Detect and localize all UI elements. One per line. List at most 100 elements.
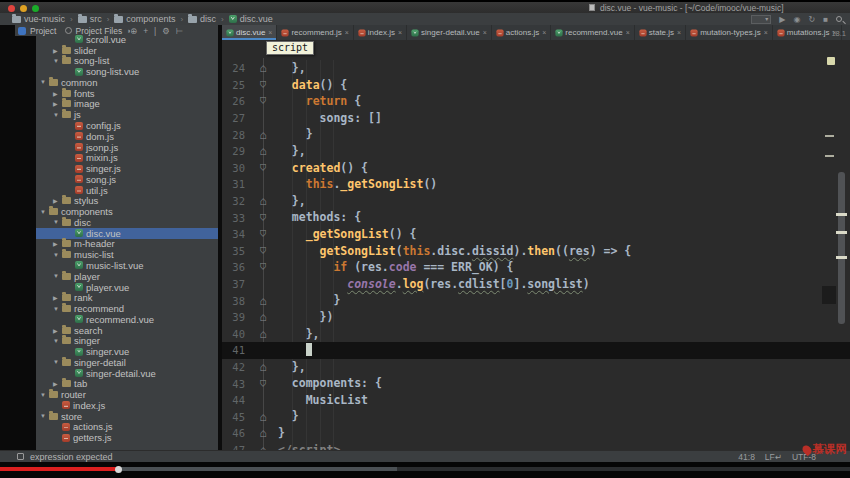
chevron-right-icon[interactable]: ▶ — [53, 294, 62, 301]
cursor-position[interactable]: 41:8 — [738, 452, 755, 462]
code-editor[interactable]: 24⌂ },25⌂ data() {26⌂ return {27 songs: … — [222, 40, 850, 450]
chevron-right-icon[interactable]: ▶ — [53, 90, 62, 97]
chevron-down-icon[interactable]: ▼ — [53, 112, 62, 118]
tab-close-icon[interactable]: × — [398, 29, 402, 36]
chevron-right-icon[interactable]: ▶ — [53, 240, 62, 247]
zoom-window-button[interactable] — [32, 5, 39, 12]
fold-marker-icon[interactable]: ⌂ — [248, 261, 278, 273]
code-line-29[interactable]: 29⌂ }, — [222, 143, 850, 160]
code-line-46[interactable]: 46⌂} — [222, 425, 850, 442]
close-window-button[interactable] — [8, 5, 15, 12]
code-line-36[interactable]: 36⌂ if (res.code === ERR_OK) { — [222, 259, 850, 276]
fold-marker-icon[interactable]: ⌂ — [248, 212, 278, 224]
chevron-down-icon[interactable]: ▼ — [53, 306, 62, 312]
code-line-38[interactable]: 38⌂ } — [222, 292, 850, 309]
editor-tab-state.js[interactable]: state.js× — [635, 25, 686, 40]
code-line-41[interactable]: 41 — [222, 342, 850, 359]
stop-icon[interactable]: ■ — [823, 15, 828, 24]
code-line-24[interactable]: 24⌂ }, — [222, 60, 850, 77]
chevron-down-icon[interactable]: ▼ — [40, 79, 49, 85]
fold-marker-icon[interactable]: ⌂ — [248, 245, 278, 257]
code-line-31[interactable]: 31 this._getSongList() — [222, 176, 850, 193]
debug-icon[interactable]: ◉ — [793, 15, 800, 24]
chevron-down-icon[interactable]: ▼ — [40, 413, 49, 419]
breadcrumb-item-disc.vue[interactable]: disc.vue — [229, 14, 273, 24]
video-playhead[interactable] — [115, 466, 122, 473]
code-line-35[interactable]: 35⌂ getSongList(this.disc.dissid).then((… — [222, 243, 850, 260]
warning-mark[interactable] — [836, 256, 847, 259]
editor-tab-index.js[interactable]: index.js× — [354, 25, 407, 40]
chevron-right-icon[interactable]: ▶ — [53, 327, 62, 334]
code-line-43[interactable]: 43⌂ components: { — [222, 375, 850, 392]
chevron-right-icon[interactable]: ▶ — [53, 47, 62, 54]
fold-marker-icon[interactable]: ⌂ — [248, 411, 278, 423]
code-line-40[interactable]: 40⌂ }, — [222, 326, 850, 343]
fold-marker-icon[interactable]: ⌂ — [248, 295, 278, 307]
code-line-42[interactable]: 42⌂ }, — [222, 359, 850, 376]
tab-close-icon[interactable]: × — [542, 29, 546, 36]
minimize-window-button[interactable] — [20, 5, 27, 12]
code-line-26[interactable]: 26⌂ return { — [222, 93, 850, 110]
chevron-down-icon[interactable]: ▼ — [53, 273, 62, 279]
code-line-37[interactable]: 37 console.log(res.cdlist[0].songlist) — [222, 276, 850, 293]
tab-close-icon[interactable]: × — [764, 29, 768, 36]
editor-tab-recommend.vue[interactable]: recommend.vue× — [551, 25, 634, 40]
code-line-33[interactable]: 33⌂ methods: { — [222, 209, 850, 226]
line-separator[interactable]: LF↵ — [765, 452, 782, 462]
fold-marker-icon[interactable]: ⌂ — [248, 62, 278, 74]
fold-marker-icon[interactable]: ⌂ — [248, 311, 278, 323]
search-icon[interactable] — [836, 16, 842, 22]
fold-marker-icon[interactable]: ⌂ — [248, 95, 278, 107]
breadcrumb-item-vue-music[interactable]: vue-music — [12, 14, 65, 24]
tab-close-icon[interactable]: × — [677, 29, 681, 36]
tab-close-icon[interactable]: × — [483, 29, 487, 36]
fold-marker-icon[interactable]: ⌂ — [248, 361, 278, 373]
editor-tab-mutation-types.js[interactable]: mutation-types.js× — [686, 25, 773, 40]
editor-tab-recommend.js[interactable]: recommend.js× — [277, 25, 353, 40]
code-line-32[interactable]: 32⌂ }, — [222, 193, 850, 210]
editor-tab-singer-detail.vue[interactable]: singer-detail.vue× — [407, 25, 492, 40]
hidden-tabs-count[interactable]: 18.1 — [831, 29, 846, 38]
code-line-28[interactable]: 28⌂ } — [222, 126, 850, 143]
warning-mark[interactable] — [836, 231, 847, 234]
fold-marker-icon[interactable]: ⌂ — [248, 195, 278, 207]
code-line-27[interactable]: 27 songs: [] — [222, 110, 850, 127]
chevron-right-icon[interactable]: ▶ — [53, 100, 62, 107]
chevron-down-icon[interactable]: ▼ — [53, 58, 62, 64]
code-line-34[interactable]: 34⌂ _getSongList() { — [222, 226, 850, 243]
coverage-icon[interactable]: ↻ — [808, 15, 815, 24]
code-line-30[interactable]: 30⌂ created() { — [222, 160, 850, 177]
fold-marker-icon[interactable]: ⌂ — [248, 228, 278, 240]
warning-mark[interactable] — [825, 135, 834, 137]
code-line-39[interactable]: 39⌂ }) — [222, 309, 850, 326]
breadcrumb-item-disc[interactable]: disc — [188, 14, 216, 24]
fold-marker-icon[interactable]: ⌂ — [248, 79, 278, 91]
chevron-right-icon[interactable]: ▶ — [53, 197, 62, 204]
editor-scrollbar[interactable] — [838, 172, 845, 324]
warning-mark[interactable] — [836, 213, 847, 216]
run-config-dropdown[interactable]: ▾ — [751, 15, 771, 24]
chevron-down-icon[interactable]: ▼ — [53, 338, 62, 344]
chevron-down-icon[interactable]: ▼ — [40, 392, 49, 398]
code-line-45[interactable]: 45⌂ } — [222, 408, 850, 425]
tab-close-icon[interactable]: × — [626, 29, 630, 36]
breadcrumb-item-src[interactable]: src — [78, 14, 102, 24]
fold-marker-icon[interactable]: ⌂ — [248, 427, 278, 439]
run-icon[interactable]: ▶ — [779, 15, 785, 24]
chevron-down-icon[interactable]: ▼ — [53, 219, 62, 225]
fold-marker-icon[interactable]: ⌂ — [248, 328, 278, 340]
code-line-44[interactable]: 44 MusicList — [222, 392, 850, 409]
macos-titlebar[interactable]: disc.vue - vue-music - [~/Code/imooc/vue… — [0, 2, 850, 13]
code-line-47[interactable]: 47⌂</script> — [222, 442, 850, 450]
editor-tab-disc.vue[interactable]: disc.vue× — [222, 25, 277, 40]
tab-close-icon[interactable]: × — [345, 29, 349, 36]
editor-tab-actions.js[interactable]: actions.js× — [492, 25, 551, 40]
breadcrumb-item-components[interactable]: components — [114, 14, 175, 24]
chevron-down-icon[interactable]: ▼ — [40, 209, 49, 215]
chevron-down-icon[interactable]: ▼ — [53, 252, 62, 258]
chevron-down-icon[interactable]: ▼ — [53, 359, 62, 365]
code-line-25[interactable]: 25⌂ data() { — [222, 77, 850, 94]
fold-marker-icon[interactable]: ⌂ — [248, 162, 278, 174]
fold-marker-icon[interactable]: ⌂ — [248, 145, 278, 157]
inspection-indicator[interactable] — [827, 57, 835, 65]
